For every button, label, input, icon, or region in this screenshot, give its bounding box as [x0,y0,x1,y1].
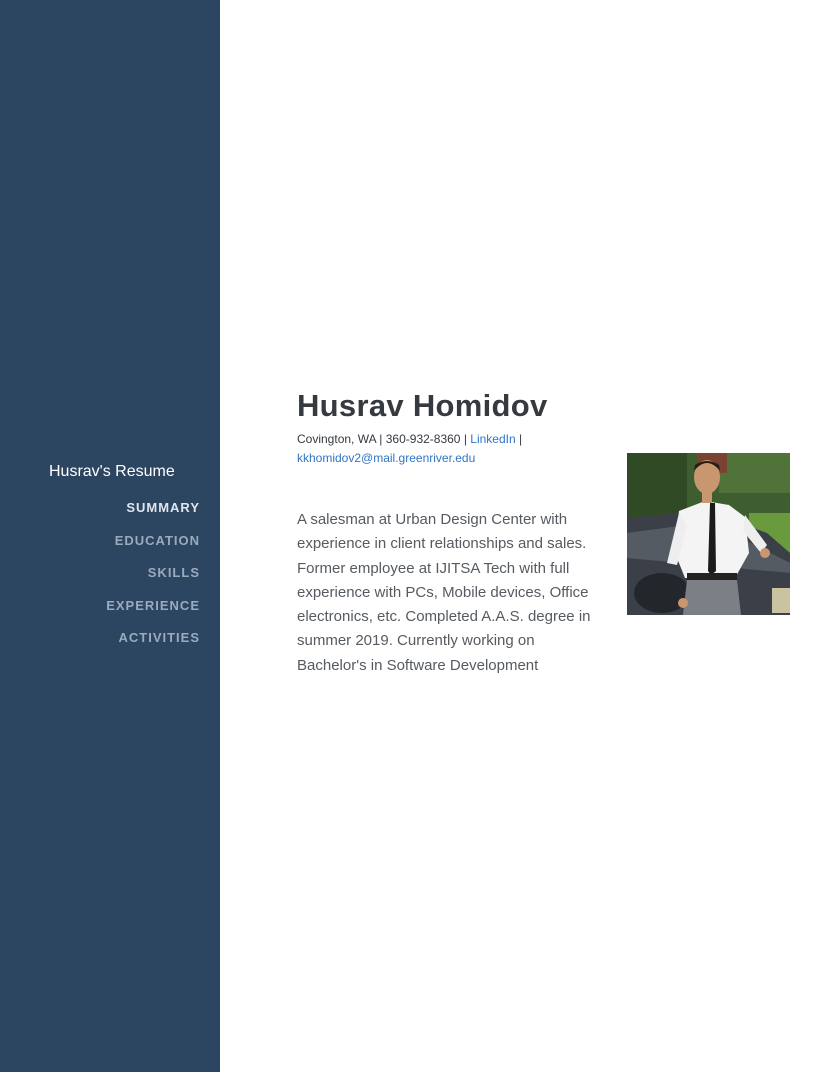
nav-item: SUMMARY [106,499,200,532]
nav-item: EXPERIENCE [106,597,200,630]
separator: | [463,432,467,446]
profile-photo [627,453,790,615]
separator: | [519,432,523,446]
summary-text: A salesman at Urban Design Center with e… [297,511,591,674]
nav-activities[interactable]: ACTIVITIES [118,629,200,646]
location-text: Covington, WA [297,432,376,446]
nav-summary[interactable]: SUMMARY [126,499,200,516]
page-title: Husrav Homidov [297,388,548,423]
nav-item: ACTIVITIES [106,629,200,662]
separator: | [379,432,383,446]
nav-item: SKILLS [106,564,200,597]
nav-education[interactable]: EDUCATION [115,532,200,549]
nav-item: EDUCATION [106,532,200,565]
nav-skills[interactable]: SKILLS [148,564,200,581]
nav-experience[interactable]: EXPERIENCE [106,597,200,614]
contact-info: Covington, WA | 360-932-8360 | LinkedIn … [297,430,607,468]
nav-list: SUMMARY EDUCATION SKILLS EXPERIENCE ACTI… [106,499,200,662]
email-link[interactable]: kkhomidov2@mail.greenriver.edu [297,451,475,465]
brand-link[interactable]: Husrav's Resume [49,463,175,481]
phone-text: 360-932-8360 [385,432,461,446]
sidebar: Husrav's Resume SUMMARY EDUCATION SKILLS… [0,0,220,1072]
linkedin-link[interactable]: LinkedIn [470,432,515,446]
